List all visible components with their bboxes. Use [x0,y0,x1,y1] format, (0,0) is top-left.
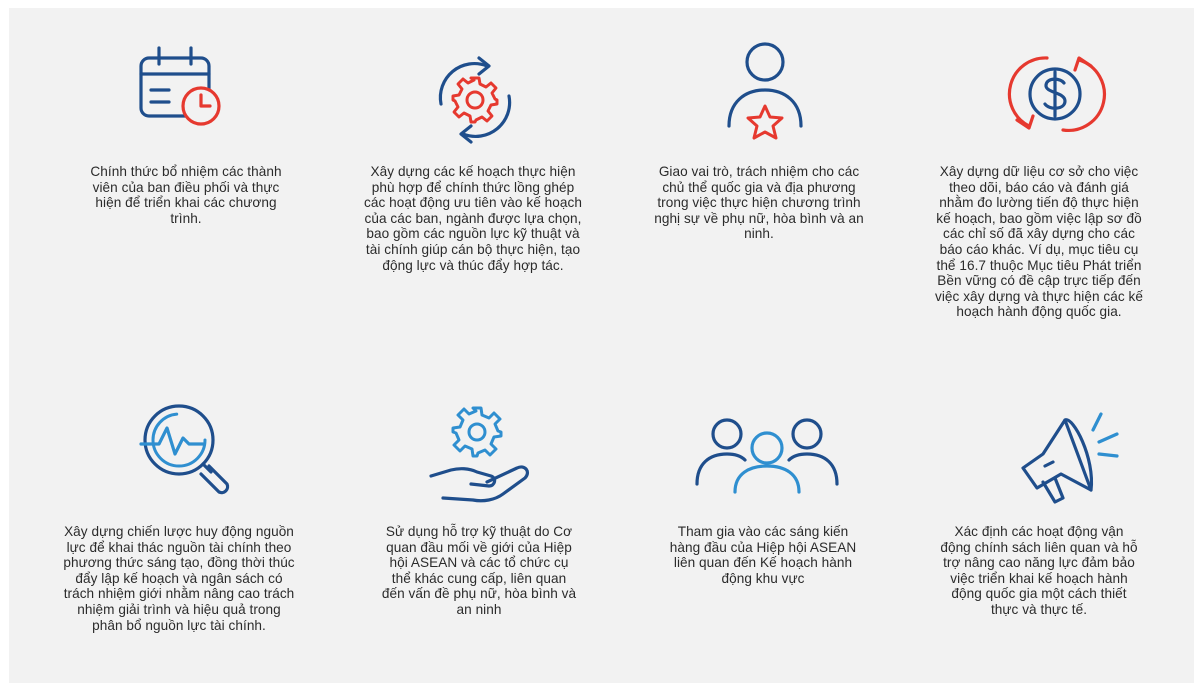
infographic-panel: Chính thức bổ nhiệm các thành viên của b… [9,8,1194,683]
item-3-text: Giao vai trò, trách nhiệm cho các chủ th… [654,164,864,242]
item-1-text: Chính thức bổ nhiệm các thành viên của b… [90,164,282,226]
gear-cycle-icon [427,52,523,148]
item-4-text: Xây dựng dữ liệu cơ sở cho việc theo dõi… [935,164,1143,320]
magnifier-pulse-icon [139,400,243,504]
item-6-text: Sử dụng hỗ trợ kỹ thuật do Cơ quan đầu m… [381,524,577,617]
person-star-icon [725,40,805,144]
hand-gear-icon [429,402,539,506]
group-people-icon [693,418,841,494]
dollar-cycle-icon [1007,46,1106,142]
megaphone-icon [1013,402,1131,506]
item-2-text: Xây dựng các kế hoạch thực hiện phù hợp … [364,164,582,273]
item-5-text: Xây dựng chiến lược huy động nguồn lực đ… [63,524,295,633]
calendar-clock-icon [137,44,237,144]
item-8-text: Xác định các hoạt động vận động chính sá… [940,524,1138,617]
item-7-text: Tham gia vào các sáng kiến hàng đầu của … [669,524,857,586]
